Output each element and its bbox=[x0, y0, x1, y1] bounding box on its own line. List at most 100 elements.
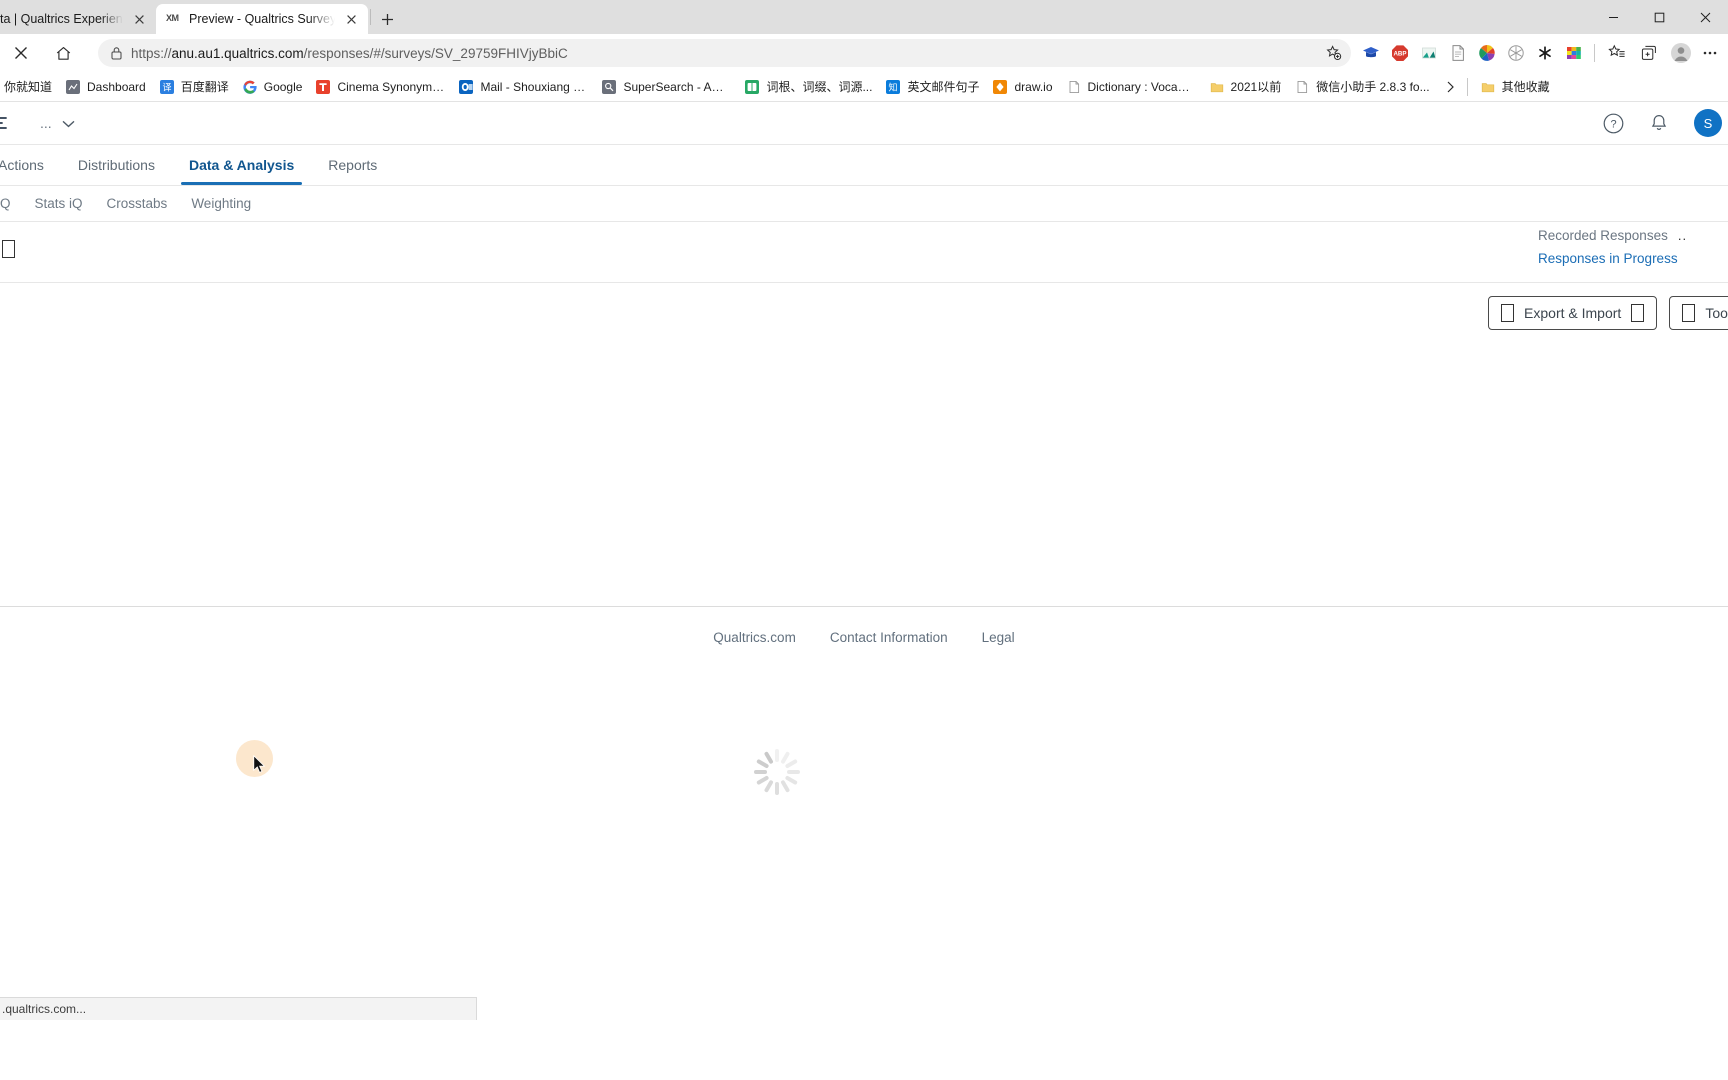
bookmark-item[interactable]: Google bbox=[236, 76, 309, 98]
project-menu-icon[interactable] bbox=[0, 116, 18, 130]
tab-actions[interactable]: Actions bbox=[0, 145, 61, 185]
bookmark-item[interactable]: Dictionary : Vocabul... bbox=[1060, 76, 1202, 98]
tab-label: Reports bbox=[328, 157, 378, 173]
status-bar-text: .qualtrics.com... bbox=[2, 1002, 87, 1016]
browser-chrome: ta | Qualtrics Experience Mana XM Previe… bbox=[0, 0, 1728, 102]
bookmark-label: 英文邮件句子 bbox=[907, 80, 980, 94]
avatar[interactable]: S bbox=[1694, 109, 1722, 137]
footer-link-legal[interactable]: Legal bbox=[982, 630, 1015, 645]
svg-text:译: 译 bbox=[162, 82, 171, 93]
status-bar: .qualtrics.com... bbox=[0, 997, 477, 1020]
response-view-in-progress[interactable]: Responses in Progress bbox=[1538, 247, 1728, 270]
tofu-glyph bbox=[2, 240, 18, 258]
graduation-cap-extension-icon[interactable] bbox=[1358, 40, 1384, 66]
browser-tab-2[interactable]: XM Preview - Qualtrics Survey | Qua bbox=[156, 4, 368, 34]
bookmark-label: Mail - Shouxiang Qi... bbox=[480, 79, 589, 94]
browser-tab-1[interactable]: ta | Qualtrics Experience Mana bbox=[0, 4, 156, 34]
export-and-import-button[interactable]: Export & Import bbox=[1488, 296, 1658, 330]
bookmarks-divider bbox=[1466, 77, 1468, 96]
bookmark-item[interactable]: Dashboard bbox=[59, 76, 152, 98]
overflow-dots: .. bbox=[1677, 228, 1688, 243]
lock-icon bbox=[110, 46, 123, 60]
palette-extension-icon[interactable] bbox=[1561, 40, 1587, 66]
footer-link-contact[interactable]: Contact Information bbox=[830, 630, 948, 645]
color-wheel-extension-icon[interactable] bbox=[1474, 40, 1500, 66]
asterisk-extension-icon[interactable] bbox=[1532, 40, 1558, 66]
help-icon[interactable]: ? bbox=[1602, 112, 1624, 134]
cinema-icon bbox=[315, 79, 331, 95]
page-footer: Qualtrics.com Contact Information Legal bbox=[0, 607, 1728, 667]
tab-label: Data & Analysis bbox=[188, 157, 295, 173]
bookmarks-overflow-button[interactable] bbox=[1439, 75, 1461, 99]
home-icon[interactable] bbox=[48, 38, 78, 68]
folder-icon bbox=[1209, 79, 1225, 95]
bookmark-label: 2021以前 bbox=[1230, 80, 1282, 94]
document-extension-icon[interactable] bbox=[1445, 40, 1471, 66]
subtab-label: Q bbox=[0, 196, 11, 211]
tools-button[interactable]: Tools bbox=[1669, 296, 1728, 330]
bookmark-item[interactable]: Mail - Shouxiang Qi... bbox=[452, 76, 594, 98]
bookmark-item[interactable]: 2021以前 bbox=[1203, 75, 1288, 98]
bookmark-item[interactable]: 微信小助手 2.8.3 fo... bbox=[1288, 75, 1435, 98]
navigation-bar: https://anu.au1.qualtrics.com/responses/… bbox=[0, 34, 1728, 72]
stop-loading-button[interactable] bbox=[6, 38, 36, 68]
subtab-crosstabs[interactable]: Crosstabs bbox=[95, 196, 180, 211]
subtab-text-iq[interactable]: Q bbox=[0, 196, 23, 211]
bookmark-item[interactable]: 知 英文邮件句子 bbox=[879, 75, 985, 98]
close-icon[interactable] bbox=[130, 10, 148, 28]
tab-data-and-analysis[interactable]: Data & Analysis bbox=[172, 145, 311, 185]
qualtrics-subtabs: Q Stats iQ Crosstabs Weighting bbox=[0, 186, 1728, 222]
project-selector[interactable]: ... bbox=[40, 115, 75, 131]
qualtrics-page: ... ? S Actions Distributions Data & Ana… bbox=[0, 102, 1728, 1020]
svg-text:知: 知 bbox=[889, 81, 898, 93]
add-favorite-icon[interactable] bbox=[1321, 40, 1347, 66]
bookmark-item[interactable]: SuperSearch - ANU... bbox=[595, 76, 737, 98]
response-view-bar: Recorded Responses .. Responses in Progr… bbox=[0, 222, 1728, 283]
address-bar[interactable]: https://anu.au1.qualtrics.com/responses/… bbox=[98, 39, 1351, 67]
maximize-button[interactable] bbox=[1636, 1, 1682, 33]
collections-icon[interactable] bbox=[1634, 38, 1664, 68]
close-icon[interactable] bbox=[342, 10, 360, 28]
translate-extension-icon[interactable] bbox=[1416, 40, 1442, 66]
supersearch-icon bbox=[601, 79, 617, 95]
other-favorites-button[interactable]: 其他收藏 bbox=[1474, 75, 1556, 98]
bookmark-label: Dashboard bbox=[87, 79, 146, 94]
dictionary-cn-icon bbox=[744, 79, 760, 95]
subtab-label: Crosstabs bbox=[106, 196, 168, 211]
new-tab-button[interactable] bbox=[373, 5, 401, 33]
bookmark-item[interactable]: draw.io bbox=[986, 76, 1058, 98]
tab-label: Actions bbox=[0, 157, 44, 173]
bell-icon[interactable] bbox=[1648, 112, 1670, 134]
bookmark-label: 你就知道 bbox=[4, 80, 53, 94]
footer-link-qualtrics[interactable]: Qualtrics.com bbox=[713, 630, 796, 645]
bookmark-label: draw.io bbox=[1014, 79, 1053, 94]
tab-reports[interactable]: Reports bbox=[311, 145, 394, 185]
subtab-weighting[interactable]: Weighting bbox=[179, 196, 263, 211]
bookmark-item[interactable]: Cinema Synonyms,... bbox=[309, 76, 451, 98]
tab-distributions[interactable]: Distributions bbox=[61, 145, 172, 185]
tab-title: ta | Qualtrics Experience Mana bbox=[0, 12, 123, 26]
zhihu-icon: 知 bbox=[885, 79, 901, 95]
tab-title: Preview - Qualtrics Survey | Qua bbox=[189, 12, 335, 26]
more-icon[interactable] bbox=[1698, 38, 1722, 68]
minimize-button[interactable] bbox=[1590, 1, 1636, 33]
snowflake-extension-icon[interactable] bbox=[1503, 40, 1529, 66]
folder-icon bbox=[1480, 79, 1496, 95]
bookmark-item[interactable]: 译 百度翻译 bbox=[153, 75, 235, 98]
profile-icon[interactable] bbox=[1666, 38, 1696, 68]
url-text: https://anu.au1.qualtrics.com/responses/… bbox=[131, 45, 568, 61]
response-view-recorded[interactable]: Recorded Responses .. bbox=[1538, 224, 1728, 247]
xm-icon: XM bbox=[166, 13, 179, 23]
favorites-icon[interactable] bbox=[1602, 38, 1632, 68]
adblock-plus-extension-icon[interactable]: ABP bbox=[1387, 40, 1413, 66]
subtab-stats-iq[interactable]: Stats iQ bbox=[23, 196, 95, 211]
baidu-translate-icon: 译 bbox=[159, 79, 175, 95]
bookmark-item[interactable]: 你就知道 bbox=[0, 75, 58, 98]
response-view-label: Recorded Responses bbox=[1538, 228, 1668, 243]
loading-spinner bbox=[754, 749, 800, 795]
close-window-button[interactable] bbox=[1682, 1, 1728, 33]
button-label: Export & Import bbox=[1524, 305, 1622, 321]
bookmark-item[interactable]: 词根、词缀、词源... bbox=[738, 75, 878, 98]
url-host: anu.au1.qualtrics.com bbox=[171, 45, 304, 61]
responses-loading-area bbox=[0, 344, 1728, 795]
